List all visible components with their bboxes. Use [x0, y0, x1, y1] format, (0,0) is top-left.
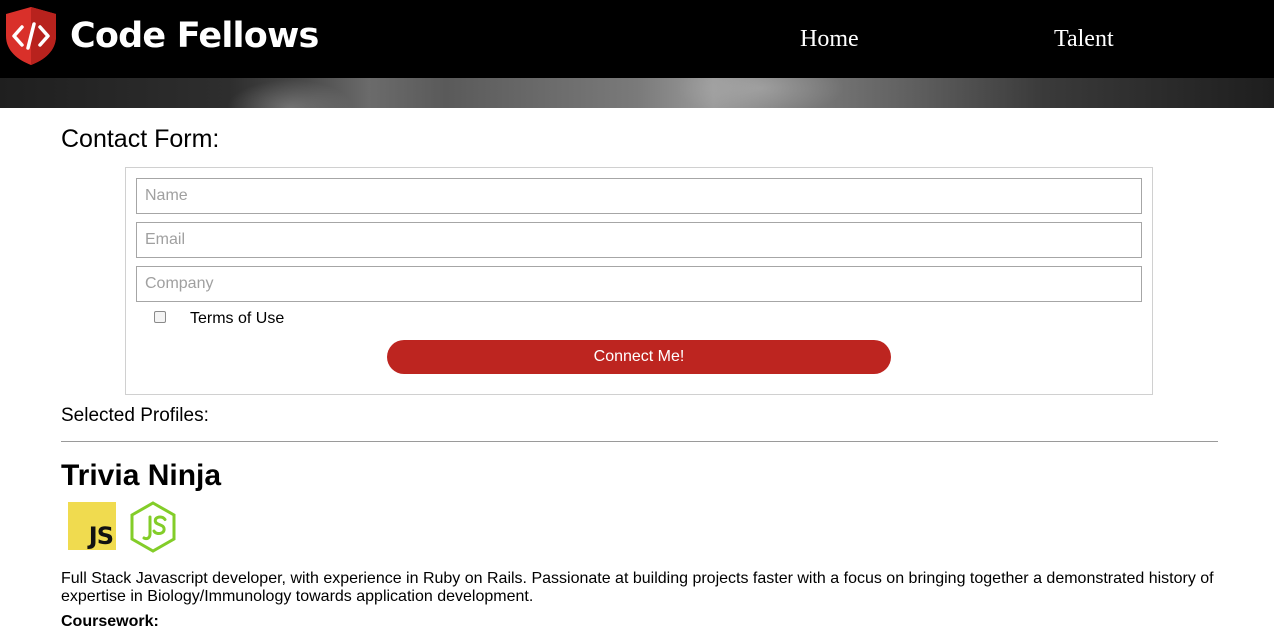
coursework-label: Coursework: [61, 613, 159, 630]
nav-link-home[interactable]: Home [800, 24, 859, 54]
selected-profiles-heading: Selected Profiles: [61, 405, 209, 426]
profile-bio: Full Stack Javascript developer, with ex… [61, 570, 1214, 605]
contact-form: Terms of Use Connect Me! [125, 167, 1153, 395]
divider [61, 441, 1218, 442]
email-input[interactable] [136, 222, 1142, 258]
site-header: Code Fellows Home Talent [0, 0, 1274, 78]
nav-link-talent[interactable]: Talent [1054, 24, 1114, 54]
javascript-icon: JS [68, 502, 116, 550]
terms-of-use-checkbox[interactable] [154, 311, 166, 323]
code-fellows-logo-icon[interactable] [4, 6, 58, 66]
terms-of-use-label[interactable]: Terms of Use [190, 309, 284, 329]
javascript-icon-text: JS [88, 522, 114, 550]
nodejs-icon [130, 501, 176, 553]
company-input[interactable] [136, 266, 1142, 302]
connect-me-button[interactable]: Connect Me! [387, 340, 891, 374]
profile-name: Trivia Ninja [61, 459, 222, 492]
hero-banner-image [0, 78, 1274, 108]
contact-form-title: Contact Form: [61, 125, 220, 153]
brand-name[interactable]: Code Fellows [70, 14, 319, 58]
name-input[interactable] [136, 178, 1142, 214]
